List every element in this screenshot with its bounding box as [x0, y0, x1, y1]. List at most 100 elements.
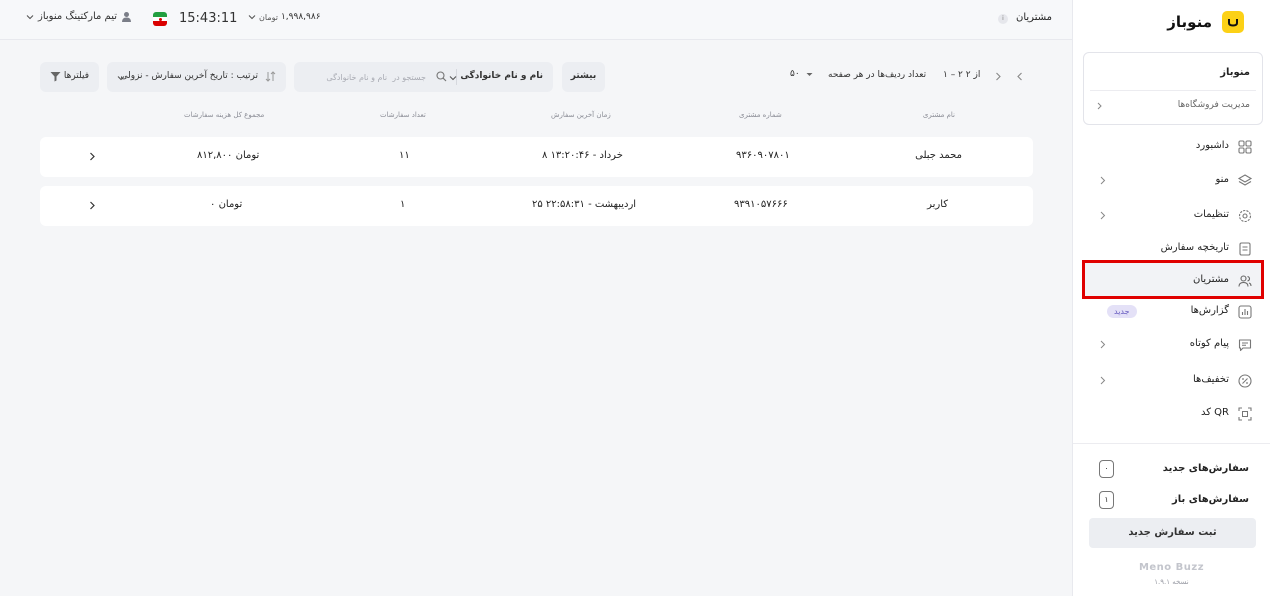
new-orders-link[interactable]: سفارش‌های جدید ۰: [1083, 460, 1263, 480]
sidebar-item-reports[interactable]: گزارش‌ها جدید: [1083, 297, 1263, 327]
chevron-right-icon: [1100, 376, 1106, 385]
info-icon[interactable]: i: [998, 14, 1008, 24]
last-order-time: ۲۵ اردیبهشت - ۲۲:۵۸:۳۱: [532, 199, 637, 210]
search-input[interactable]: [298, 66, 426, 88]
open-orders-label: سفارش‌های باز: [1172, 494, 1249, 505]
store-manage-link[interactable]: مدیریت فروشگاه‌ها: [1084, 93, 1262, 123]
balance-dropdown[interactable]: تومان ۱,۹۹۸,۹۸۶: [248, 12, 321, 22]
chevron-right-icon: [1100, 211, 1106, 220]
search-box: نام و نام خانوادگی: [294, 62, 553, 92]
last-order-time: ۸ خرداد - ۱۳:۲۰:۴۶: [542, 150, 623, 161]
chevron-down-icon: [26, 14, 34, 19]
column-header-total: مجموع کل هزینه سفارشات: [184, 111, 265, 119]
version-label: نسخه ۱.۹.۱: [1154, 578, 1189, 586]
chevron-down-icon: [449, 76, 457, 81]
column-header-phone: شماره مشتری: [739, 111, 782, 119]
new-orders-label: سفارش‌های جدید: [1162, 463, 1249, 474]
new-badge: جدید: [1107, 305, 1137, 318]
logo-text: منوباز: [1167, 13, 1212, 31]
clock: 15:43:11: [179, 11, 238, 26]
sidebar-item-label: پیام کوتاه: [1189, 338, 1229, 349]
sidebar-item-label: کد QR: [1200, 407, 1229, 418]
column-header-order-count: تعداد سفارشات: [380, 111, 426, 119]
open-orders-count: ۱: [1099, 491, 1114, 509]
sidebar-item-label: تخفیف‌ها: [1193, 374, 1229, 385]
order-total: ۸۱۲,۸۰۰ تومان: [197, 150, 260, 161]
more-label: بیشتر: [570, 71, 597, 81]
search-field-label: نام و نام خانوادگی: [460, 71, 543, 81]
rows-per-page-select[interactable]: ۵۰: [790, 69, 813, 79]
more-button[interactable]: بیشتر: [562, 62, 605, 92]
open-orders-link[interactable]: سفارش‌های باز ۱: [1083, 491, 1263, 511]
sidebar-item-label: مشتریان: [1193, 274, 1229, 285]
discount-icon: [1238, 374, 1252, 388]
pager-range: ۱ – ۲ از ۲: [943, 70, 981, 80]
chevron-down-icon: [248, 15, 256, 20]
new-order-button[interactable]: ثبت سفارش جدید: [1089, 518, 1256, 548]
user-name: تیم مارکتینگ منوباز: [38, 11, 118, 22]
sidebar-item-discounts[interactable]: تخفیف‌ها: [1083, 366, 1263, 396]
top-bar: مشتریان i تیم مارکتینگ منوباز 15:43:11 ت…: [0, 0, 1072, 40]
search-icon: [436, 71, 447, 82]
user-avatar-icon: [122, 12, 132, 22]
rows-per-page-value: ۵۰: [790, 69, 800, 79]
sort-select[interactable]: ترتیب : تاریخ آخرین سفارش - نزولی: [107, 62, 286, 92]
sidebar-item-settings[interactable]: تنظیمات: [1083, 201, 1263, 231]
balance-value: ۱,۹۹۸,۹۸۶: [280, 12, 321, 22]
qr-scan-icon: [1238, 407, 1252, 421]
sidebar-item-menu[interactable]: منو: [1083, 166, 1263, 196]
iran-flag-icon: [153, 12, 167, 26]
customer-phone: ۹۳۶۰۹۰۷۸۰۱: [736, 150, 790, 161]
bar-chart-icon: [1238, 305, 1252, 319]
balance-unit: تومان: [259, 12, 278, 22]
chevron-right-icon[interactable]: [994, 72, 1002, 81]
sidebar-item-sms[interactable]: پیام کوتاه: [1083, 330, 1263, 360]
chevron-right-icon[interactable]: [88, 152, 96, 161]
customer-phone: ۹۳۹۱۰۵۷۶۶۶: [734, 199, 788, 210]
sidebar-item-label: تاریخچه سفارش: [1160, 242, 1229, 253]
logo-icon: [1222, 11, 1244, 33]
chevron-right-icon: [1097, 102, 1102, 110]
sidebar: منوباز منوباز مدیریت فروشگاه‌ها داشبورد …: [1072, 0, 1270, 596]
order-total: ۰ تومان: [210, 199, 243, 210]
store-name: منوباز: [1220, 67, 1250, 78]
gear-icon: [1238, 209, 1252, 223]
chevron-right-icon: [1100, 340, 1106, 349]
store-card: منوباز مدیریت فروشگاه‌ها: [1083, 52, 1263, 125]
order-count: ۱۱: [399, 150, 410, 161]
caret-down-icon: [806, 72, 813, 76]
order-count: ۱: [400, 199, 406, 210]
customer-name: کاربر: [927, 199, 948, 210]
divider: [1090, 90, 1256, 91]
chevron-left-icon[interactable]: [1016, 72, 1024, 81]
user-menu[interactable]: تیم مارکتینگ منوباز: [26, 11, 132, 22]
sort-icon: [265, 71, 276, 82]
customer-name: محمد جبلی: [915, 150, 962, 161]
filters-button[interactable]: فیلترها: [40, 62, 99, 92]
sidebar-item-label: منو: [1215, 174, 1229, 185]
filters-label: فیلترها: [63, 71, 89, 81]
filter-icon: [50, 72, 61, 82]
sidebar-item-label: گزارش‌ها: [1190, 305, 1229, 316]
divider: [1073, 443, 1270, 444]
chevron-down-icon: [117, 76, 125, 81]
sidebar-item-customers[interactable]: مشتریان: [1083, 266, 1263, 296]
sidebar-item-qr[interactable]: کد QR: [1083, 399, 1263, 429]
layers-icon: [1237, 174, 1253, 186]
chevron-right-icon[interactable]: [88, 201, 96, 210]
brand-logo-text: Meno Buzz: [1138, 562, 1205, 573]
sidebar-item-label: داشبورد: [1195, 140, 1229, 151]
column-header-last-order: زمان آخرین سفارش: [551, 111, 611, 119]
sidebar-item-dashboard[interactable]: داشبورد: [1083, 132, 1263, 162]
sidebar-item-order-history[interactable]: تاریخچه سفارش: [1083, 234, 1263, 264]
rows-per-page-label: تعداد ردیف‌ها در هر صفحه: [828, 70, 927, 80]
logo[interactable]: منوباز: [1167, 10, 1244, 34]
table-row[interactable]: کاربر ۹۳۹۱۰۵۷۶۶۶ ۲۵ اردیبهشت - ۲۲:۵۸:۳۱ …: [40, 186, 1033, 226]
search-field-select[interactable]: نام و نام خانوادگی: [449, 62, 553, 92]
column-header-name: نام مشتری: [922, 111, 955, 119]
message-icon: [1238, 339, 1252, 352]
new-orders-count: ۰: [1099, 460, 1114, 478]
chevron-right-icon: [1100, 176, 1106, 185]
sort-label: ترتیب : تاریخ آخرین سفارش - نزولی: [120, 71, 259, 81]
table-row[interactable]: محمد جبلی ۹۳۶۰۹۰۷۸۰۱ ۸ خرداد - ۱۳:۲۰:۴۶ …: [40, 137, 1033, 177]
